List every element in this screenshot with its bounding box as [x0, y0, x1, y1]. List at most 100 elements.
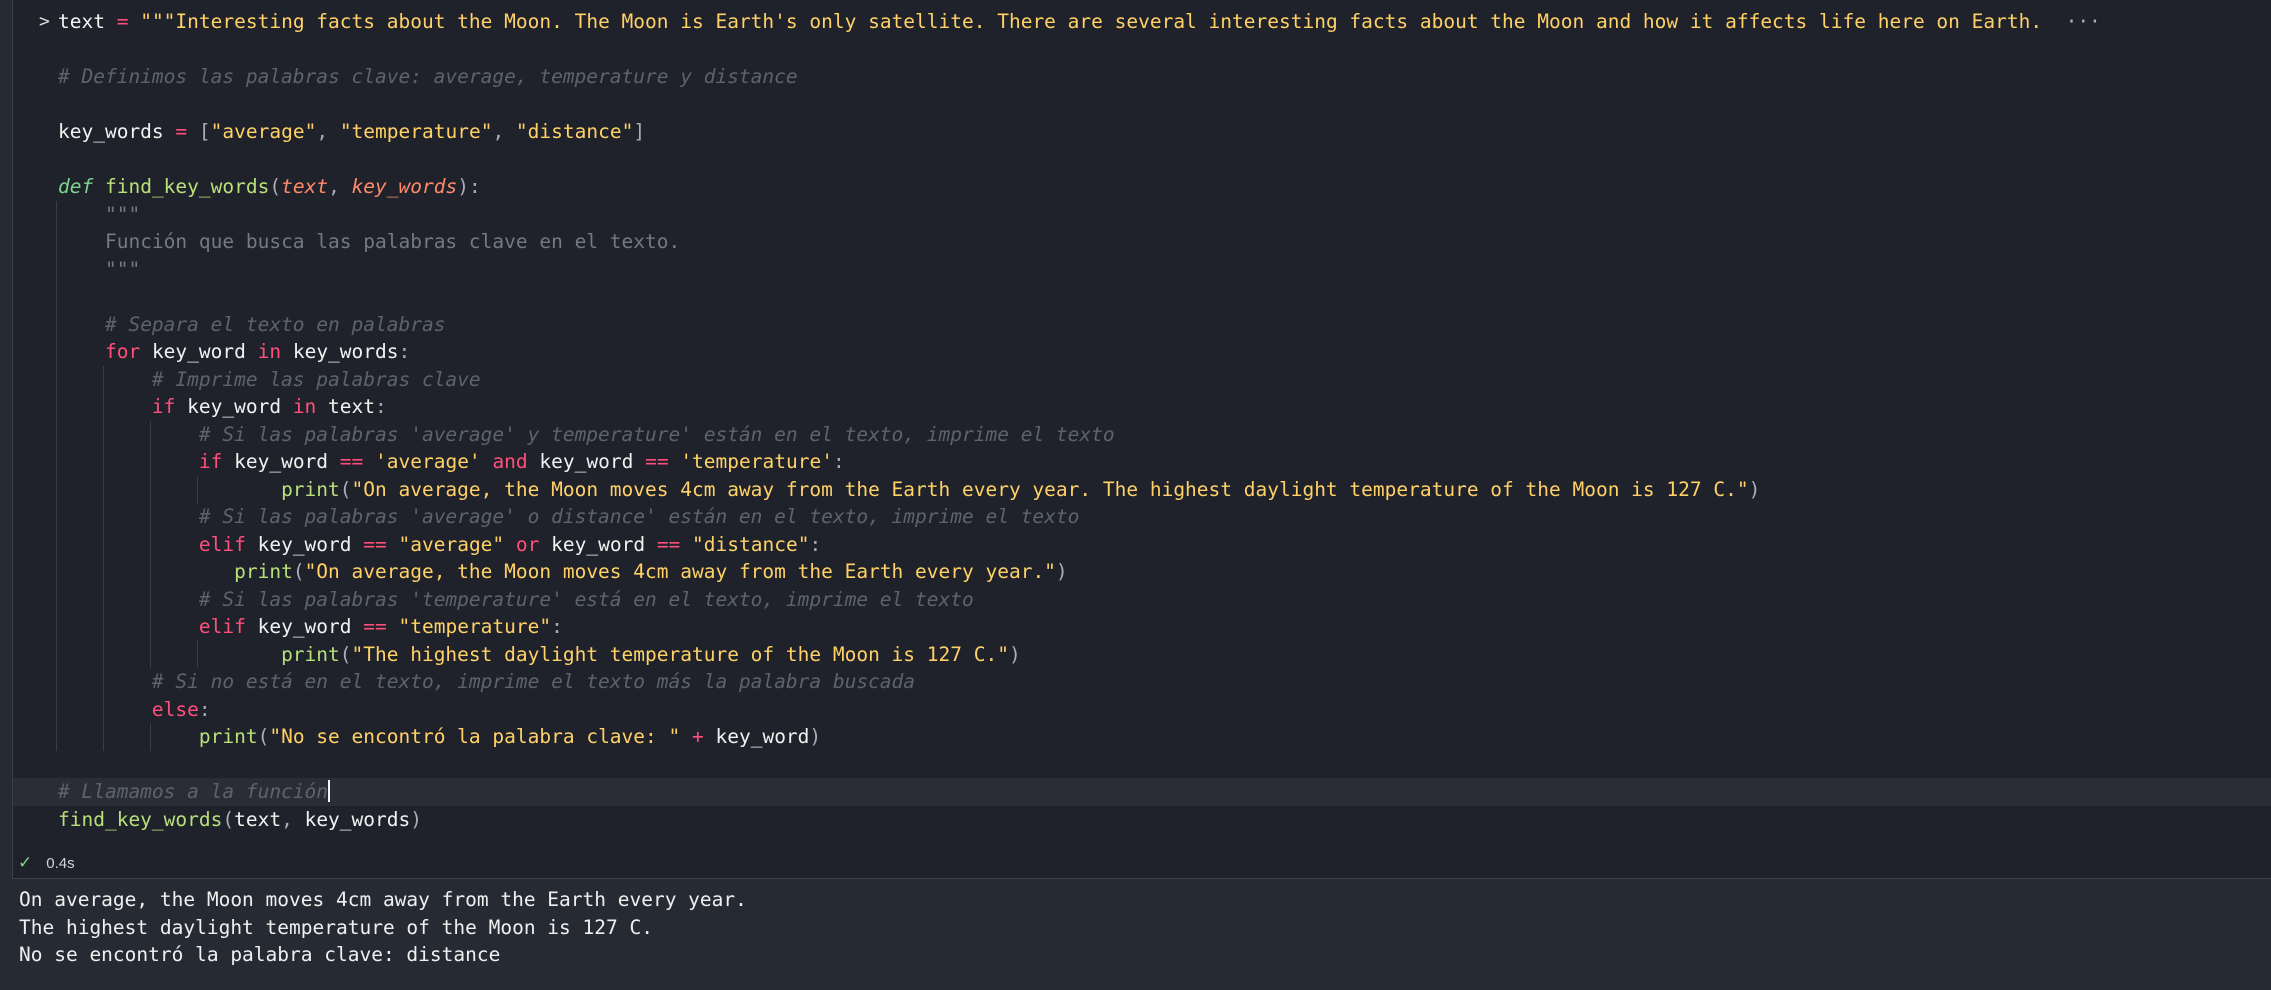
code-token: else — [151, 697, 199, 721]
execution-duration: 0.4s — [46, 855, 75, 872]
code-token: key_words — [351, 175, 458, 198]
code-token: and — [492, 450, 528, 473]
output-line: On average, the Moon moves 4cm away from… — [19, 888, 747, 911]
code-token: "On average, the Moon moves 4cm away fro… — [304, 560, 1056, 583]
code-text: text = """Interesting facts about the Mo… — [58, 8, 2101, 36]
code-token: ( — [257, 725, 270, 748]
code-token: if — [151, 395, 176, 418]
code-token: print — [281, 642, 340, 666]
code-token: # Si las palabras 'average' y temperatur… — [198, 422, 1115, 446]
code-token: in — [292, 395, 317, 418]
code-line[interactable]: else: — [13, 696, 2271, 724]
code-line[interactable]: # Definimos las palabras clave: average,… — [13, 63, 2271, 91]
code-line[interactable] — [13, 751, 2271, 779]
code-text: print("On average, the Moon moves 4cm aw… — [58, 476, 1760, 504]
code-token: [ — [198, 120, 211, 143]
code-token: # Imprime las palabras clave — [151, 367, 481, 391]
code-line[interactable]: print("On average, the Moon moves 4cm aw… — [13, 476, 2271, 504]
code-line[interactable]: for key_word in key_words: — [13, 338, 2271, 366]
code-line[interactable] — [13, 91, 2271, 119]
code-line[interactable]: """ — [13, 256, 2271, 284]
code-token: key_words — [304, 807, 411, 831]
code-token: """ — [104, 257, 141, 281]
code-token: == — [363, 615, 387, 638]
code-token: 'average' — [375, 450, 481, 473]
code-line[interactable]: # Si no está en el texto, imprime el tex… — [13, 668, 2271, 696]
code-token: == — [645, 450, 669, 473]
chevron-right-icon[interactable]: > — [39, 8, 53, 36]
code-token: == — [339, 450, 364, 473]
code-token: "temperature" — [398, 615, 552, 638]
code-line[interactable]: # Si las palabras 'average' o distance' … — [13, 503, 2271, 531]
code-text: # Definimos las palabras clave: average,… — [58, 63, 798, 91]
code-line[interactable]: if key_word in text: — [13, 393, 2271, 421]
code-text: for key_word in key_words: — [58, 338, 410, 366]
code-line[interactable]: # Si las palabras 'temperature' está en … — [13, 586, 2271, 614]
code-token: # Llamamos a la función — [58, 780, 329, 803]
code-line[interactable]: def find_key_words(text, key_words): — [13, 173, 2271, 201]
code-token: print — [198, 725, 258, 748]
code-text: if key_word == 'average' and key_word ==… — [58, 448, 845, 476]
code-line[interactable]: find_key_words(text, key_words) — [13, 806, 2271, 834]
code-text: """ — [58, 256, 140, 284]
code-line[interactable]: # Llamamos a la función — [13, 778, 2271, 806]
code-editor[interactable]: > text = """Interesting facts about the M… — [13, 8, 2271, 833]
code-line[interactable]: print("On average, the Moon moves 4cm aw… — [13, 558, 2271, 586]
code-token: # Si no está en el texto, imprime el tex… — [151, 670, 916, 693]
code-token: ) — [1055, 560, 1068, 583]
code-line[interactable]: if key_word == 'average' and key_word ==… — [13, 448, 2271, 476]
code-text: def find_key_words(text, key_words): — [58, 173, 481, 201]
code-token: : — [198, 697, 211, 721]
code-text: elif key_word == "average" or key_word =… — [58, 531, 821, 559]
code-text: """ — [58, 201, 140, 229]
indent-guide — [149, 420, 151, 668]
code-line[interactable] — [13, 283, 2271, 311]
code-token: , — [328, 175, 352, 198]
code-line[interactable]: elif key_word == "average" or key_word =… — [13, 531, 2271, 559]
code-token: , — [281, 807, 305, 831]
code-token: elif — [198, 532, 246, 556]
code-token: ) — [410, 807, 422, 831]
text-cursor — [328, 780, 331, 802]
code-line[interactable] — [13, 146, 2271, 174]
code-text: # Llamamos a la función — [58, 778, 331, 806]
code-line[interactable]: Función que busca las palabras clave en … — [13, 228, 2271, 256]
code-token: # Si las palabras 'average' o distance' … — [198, 505, 1080, 528]
code-text: Función que busca las palabras clave en … — [58, 228, 680, 256]
code-token: or — [515, 532, 540, 556]
code-line[interactable]: print("No se encontró la palabra clave: … — [13, 723, 2271, 751]
code-line[interactable]: # Imprime las palabras clave — [13, 366, 2271, 394]
code-text: print("On average, the Moon moves 4cm aw… — [58, 558, 1068, 586]
code-token: text — [58, 10, 105, 33]
indent-guide — [102, 365, 104, 751]
code-token: , — [492, 120, 516, 143]
code-token: key_word — [222, 450, 340, 473]
code-token: "The highest daylight temperature of the… — [351, 642, 1009, 666]
code-line[interactable]: > text = """Interesting facts about the M… — [13, 8, 2271, 36]
code-line[interactable]: elif key_word == "temperature": — [13, 613, 2271, 641]
code-line[interactable]: """ — [13, 201, 2271, 229]
code-token: # Definimos las palabras clave: average,… — [58, 65, 798, 88]
code-cell[interactable]: > text = """Interesting facts about the M… — [12, 0, 2271, 879]
code-token: key_word — [527, 450, 646, 473]
code-line[interactable]: key_words = ["average", "temperature", "… — [13, 118, 2271, 146]
code-line[interactable]: print("The highest daylight temperature … — [13, 641, 2271, 669]
code-line[interactable]: # Si las palabras 'average' y temperatur… — [13, 421, 2271, 449]
code-token: : — [375, 395, 387, 418]
code-token: for — [104, 340, 141, 363]
code-text: else: — [58, 696, 211, 724]
code-token: ): — [457, 175, 481, 198]
code-line[interactable]: # Separa el texto en palabras — [13, 311, 2271, 339]
code-token: : — [809, 532, 822, 556]
code-token: ( — [339, 477, 352, 501]
code-text: print("The highest daylight temperature … — [58, 641, 1021, 669]
code-line[interactable] — [13, 36, 2271, 64]
fold-ellipsis-icon[interactable]: ··· — [2066, 10, 2101, 33]
